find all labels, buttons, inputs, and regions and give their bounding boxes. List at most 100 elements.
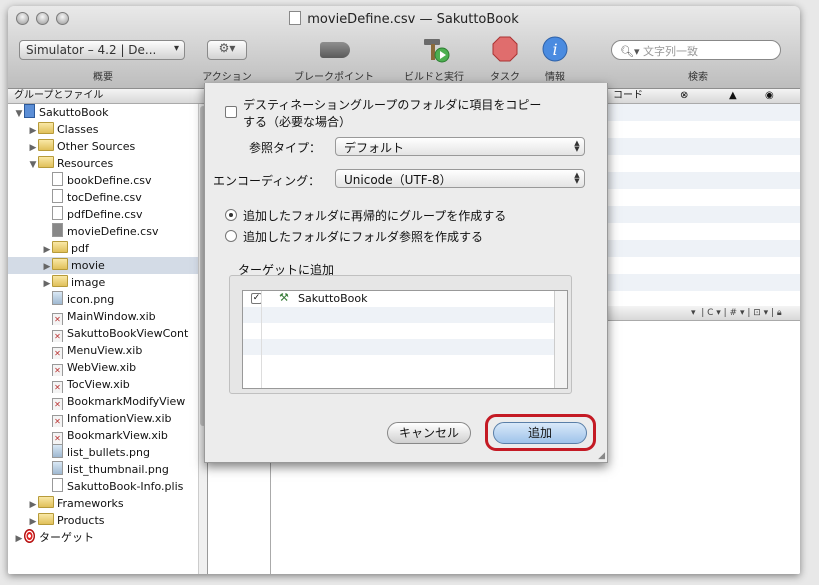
info-icon: i bbox=[542, 36, 568, 62]
search-field[interactable]: 🔍︎▾ 文字列一致 bbox=[611, 40, 781, 60]
sidebar-item-label: BookmarkModifyView bbox=[67, 395, 186, 408]
sidebar-item[interactable]: ▶ ターゲット bbox=[8, 529, 204, 546]
sidebar-item-label: Classes bbox=[57, 123, 99, 136]
sidebar-item-label: icon.png bbox=[67, 293, 115, 306]
target-app-icon: ⚒ bbox=[279, 291, 289, 304]
gear-icon: ⚙▾ bbox=[218, 41, 236, 55]
add-button-highlight bbox=[485, 414, 596, 451]
groups-and-files-sidebar[interactable]: グループとファイル ▼ SakuttoBook ▶ Classes ▶ Other Sou… bbox=[8, 89, 232, 574]
disclosure-closed-icon[interactable]: ▶ bbox=[28, 497, 38, 512]
cancel-button[interactable]: キャンセル bbox=[387, 422, 471, 444]
window-title-bar: movieDefine.csv — SakuttoBook bbox=[8, 11, 800, 27]
search-label: 検索 bbox=[688, 72, 708, 83]
xib-file-icon: ✕ bbox=[52, 381, 63, 393]
disclosure-closed-icon[interactable]: ▶ bbox=[28, 140, 38, 155]
folder-icon bbox=[38, 513, 54, 525]
file-icon bbox=[52, 206, 63, 220]
sidebar-item-label: Resources bbox=[57, 157, 114, 170]
create-groups-radio[interactable] bbox=[225, 209, 237, 221]
sidebar-item-label: list_thumbnail.png bbox=[67, 463, 169, 476]
sidebar-item-label: SakuttoBookViewCont bbox=[67, 327, 189, 340]
reference-type-label: 参照タイプ： bbox=[249, 141, 322, 155]
targets-scrollbar[interactable] bbox=[554, 291, 567, 388]
list-item bbox=[243, 323, 567, 339]
folder-icon bbox=[38, 139, 54, 151]
xib-file-icon: ✕ bbox=[52, 330, 63, 342]
disclosure-open-icon[interactable]: ▼ bbox=[14, 106, 24, 121]
image-file-icon bbox=[52, 444, 63, 458]
target-icon bbox=[24, 529, 35, 543]
encoding-value: Unicode（UTF-8） bbox=[344, 173, 452, 187]
sidebar-item-label: image bbox=[71, 276, 106, 289]
sidebar-item-label: ターゲット bbox=[39, 531, 94, 544]
sidebar-item-label: list_bullets.png bbox=[67, 446, 150, 459]
sidebar-item[interactable]: ▼ Resources bbox=[8, 155, 218, 172]
copy-items-checkbox[interactable] bbox=[225, 106, 237, 118]
reference-type-select[interactable]: デフォルト ▲ ▼ bbox=[335, 137, 585, 156]
sidebar-item[interactable]: ▶ Products bbox=[8, 512, 218, 529]
disclosure-closed-icon[interactable]: ▶ bbox=[14, 531, 24, 546]
disclosure-open-icon[interactable]: ▼ bbox=[28, 157, 38, 172]
tasks-label: タスク bbox=[490, 72, 520, 83]
targets-list[interactable]: ✓ ⚒ SakuttoBook bbox=[242, 290, 568, 389]
build-and-run-button[interactable] bbox=[420, 34, 450, 64]
reference-type-value: デフォルト bbox=[344, 141, 405, 155]
info-button[interactable]: i bbox=[542, 36, 568, 62]
target-column-icon[interactable]: ◉ bbox=[765, 89, 774, 103]
sidebar-header: グループとファイル bbox=[8, 89, 207, 104]
create-folder-refs-radio[interactable] bbox=[225, 230, 237, 242]
xib-file-icon: ✕ bbox=[52, 432, 63, 444]
search-icon: 🔍︎▾ bbox=[620, 45, 643, 58]
disclosure-closed-icon[interactable]: ▶ bbox=[28, 514, 38, 529]
sidebar-item-label: BookmarkView.xib bbox=[67, 429, 168, 442]
disclosure-closed-icon[interactable]: ▶ bbox=[42, 259, 52, 274]
xib-file-icon: ✕ bbox=[52, 398, 63, 410]
sidebar-item-label: movieDefine.csv bbox=[67, 225, 159, 238]
xcode-window: movieDefine.csv — SakuttoBook Simulator … bbox=[8, 6, 800, 574]
scheme-popup-value: Simulator – 4.2 | De... bbox=[26, 43, 157, 57]
disclosure-closed-icon[interactable]: ▶ bbox=[42, 276, 52, 291]
sidebar-item-label: InfomationView.xib bbox=[67, 412, 172, 425]
action-label: アクション bbox=[202, 72, 252, 83]
column-code[interactable]: コード bbox=[613, 89, 643, 103]
toolbar: movieDefine.csv — SakuttoBook Simulator … bbox=[8, 6, 800, 89]
window-title: movieDefine.csv — SakuttoBook bbox=[307, 12, 519, 27]
target-row[interactable]: ✓ ⚒ SakuttoBook bbox=[243, 291, 567, 307]
target-name: SakuttoBook bbox=[298, 292, 368, 305]
disclosure-closed-icon[interactable]: ▶ bbox=[28, 123, 38, 138]
svg-text:i: i bbox=[552, 40, 557, 59]
select-arrows-icon: ▲ ▼ bbox=[574, 139, 580, 153]
sidebar-item-label: Other Sources bbox=[57, 140, 136, 153]
sidebar-item[interactable]: ▶ Other Sources bbox=[8, 138, 218, 155]
scheme-popup[interactable]: Simulator – 4.2 | De... ▾ bbox=[19, 40, 185, 60]
list-item bbox=[243, 355, 567, 371]
search-placeholder: 文字列一致 bbox=[642, 45, 698, 58]
folder-icon bbox=[38, 496, 54, 508]
action-button[interactable]: ⚙▾ bbox=[207, 40, 247, 60]
build-and-run-label: ビルドと実行 bbox=[404, 72, 464, 83]
sidebar-item[interactable]: ▶ Classes bbox=[8, 121, 218, 138]
resize-grip-icon[interactable]: ◢ bbox=[598, 451, 605, 461]
file-icon bbox=[52, 478, 63, 492]
encoding-select[interactable]: Unicode（UTF-8） ▲ ▼ bbox=[335, 169, 585, 188]
breakpoints-label: ブレークポイント bbox=[294, 72, 374, 83]
image-file-icon bbox=[52, 461, 63, 475]
sidebar-item-label: WebView.xib bbox=[67, 361, 137, 374]
list-item bbox=[243, 339, 567, 355]
errors-column-icon[interactable]: ⊗ bbox=[680, 89, 688, 103]
warnings-column-icon[interactable]: ▲ bbox=[729, 89, 737, 103]
file-icon bbox=[52, 223, 63, 237]
select-arrows-icon: ▲ ▼ bbox=[574, 171, 580, 185]
disclosure-closed-icon[interactable]: ▶ bbox=[42, 242, 52, 257]
tasks-button[interactable] bbox=[492, 36, 518, 62]
breakpoints-button[interactable] bbox=[318, 39, 352, 61]
create-folder-refs-label: 追加したフォルダにフォルダ参照を作成する bbox=[243, 230, 484, 244]
sidebar-item-label: pdfDefine.csv bbox=[67, 208, 143, 221]
image-file-icon bbox=[52, 291, 63, 305]
sidebar-item[interactable]: ▶ Frameworks bbox=[8, 495, 218, 512]
stop-icon bbox=[492, 36, 518, 62]
document-icon bbox=[289, 11, 302, 25]
xib-file-icon: ✕ bbox=[52, 347, 63, 359]
folder-icon bbox=[52, 275, 68, 287]
sidebar-item[interactable]: ▼ SakuttoBook bbox=[8, 104, 204, 121]
